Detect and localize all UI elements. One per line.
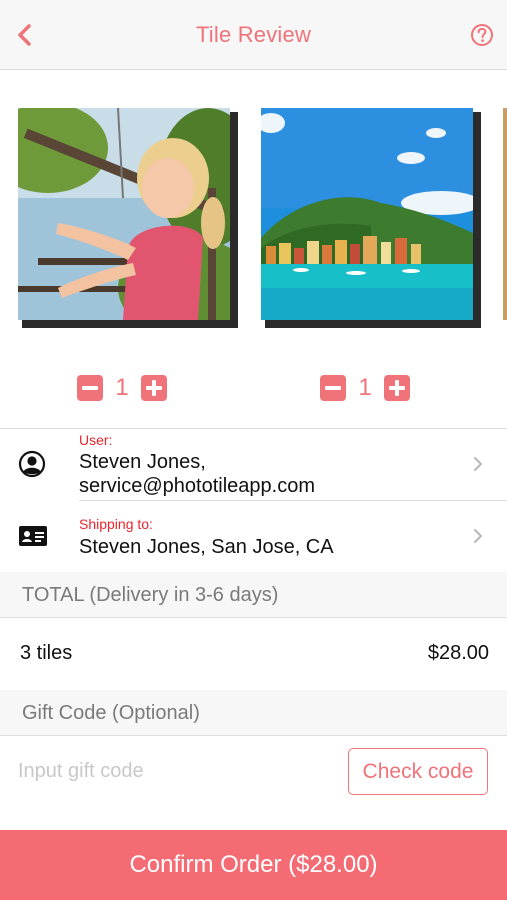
page-title: Tile Review [195,22,312,47]
tile-card[interactable] [18,108,238,328]
order-summary-row: 3 tiles $28.00 [0,617,507,690]
tiles-price: $28.00 [427,642,489,664]
quantity-stepper: 1 [320,374,410,401]
increment-button[interactable] [141,375,167,401]
quantity-stepper: 1 [77,374,167,401]
shipping-label: Shipping to: [79,516,153,532]
tile-card-partial[interactable] [503,108,507,328]
tile-card[interactable] [261,108,481,328]
increment-button[interactable] [384,375,410,401]
minus-icon [325,386,341,390]
gift-code-input[interactable] [18,753,318,789]
screen: Tile Review 1 1 User: Steven Jones, serv… [0,0,507,900]
user-circle-icon [18,450,46,478]
tile-edge [473,112,481,326]
tile-edge [22,320,238,328]
chevron-right-icon [474,529,482,543]
total-header-text: TOTAL (Delivery in 3-6 days) [22,584,279,606]
user-name: Steven Jones, [79,451,206,473]
quantity-value: 1 [115,374,129,401]
tile-edge [230,112,238,326]
question-circle-icon [471,24,493,46]
chevron-right-icon [474,457,482,471]
gift-code-row: Check code [0,735,507,830]
address-card-icon [19,526,47,546]
user-email: service@phototileapp.com [79,475,315,497]
user-label: User: [79,432,113,448]
decrement-button[interactable] [320,375,346,401]
gift-section-header: Gift Code (Optional) [0,690,507,735]
confirm-order-button[interactable]: Confirm Order ($28.00) [0,830,507,900]
total-section-header: TOTAL (Delivery in 3-6 days) [0,572,507,617]
help-button[interactable] [469,22,495,48]
tile-carousel[interactable]: 1 1 [0,70,507,428]
check-code-button[interactable]: Check code [348,748,488,795]
nav-bar: Tile Review [0,0,507,70]
shipping-row[interactable]: Shipping to: Steven Jones, San Jose, CA [0,500,507,572]
decrement-button[interactable] [77,375,103,401]
tile-edge [265,320,481,328]
gift-header-text: Gift Code (Optional) [22,702,200,724]
user-row[interactable]: User: Steven Jones, service@phototileapp… [0,428,507,500]
tile-photo-partial [503,108,507,320]
tile-photo-coast [261,108,473,320]
quantity-value: 1 [358,374,372,401]
minus-icon [82,386,98,390]
shipping-address: Steven Jones, San Jose, CA [79,536,334,558]
tile-photo-girl [18,108,230,320]
tiles-count: 3 tiles [20,642,73,664]
